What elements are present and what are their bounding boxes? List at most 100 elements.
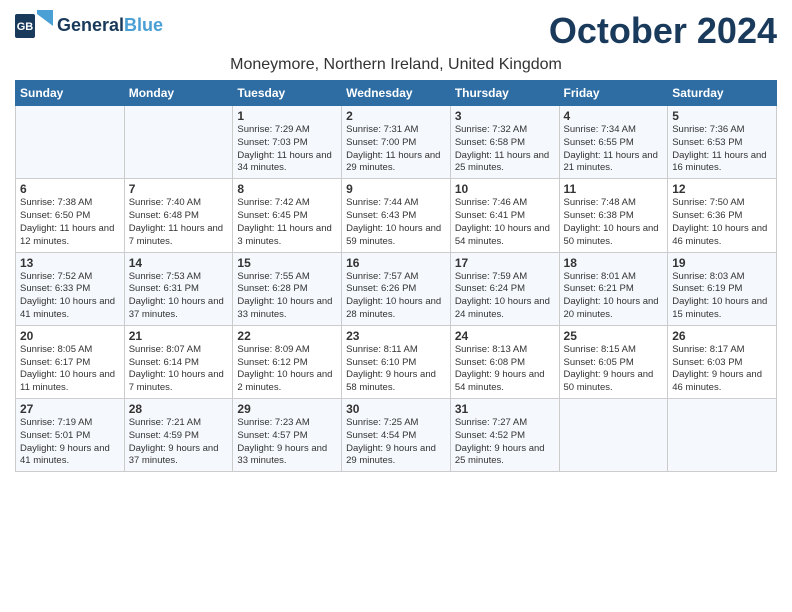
calendar-cell: 19Sunrise: 8:03 AMSunset: 6:19 PMDayligh… (668, 252, 777, 325)
calendar-cell: 30Sunrise: 7:25 AMSunset: 4:54 PMDayligh… (342, 399, 451, 472)
logo-icon: GB (15, 10, 53, 42)
calendar-cell: 29Sunrise: 7:23 AMSunset: 4:57 PMDayligh… (233, 399, 342, 472)
calendar-cell: 3Sunrise: 7:32 AMSunset: 6:58 PMDaylight… (450, 106, 559, 179)
day-number: 2 (346, 109, 446, 123)
day-info: Sunrise: 7:46 AMSunset: 6:41 PMDaylight:… (455, 197, 555, 248)
day-number: 1 (237, 109, 337, 123)
header-saturday: Saturday (668, 81, 777, 106)
day-number: 9 (346, 182, 446, 196)
day-info: Sunrise: 7:59 AMSunset: 6:24 PMDaylight:… (455, 271, 555, 322)
calendar-week-3: 13Sunrise: 7:52 AMSunset: 6:33 PMDayligh… (16, 252, 777, 325)
svg-text:GB: GB (17, 21, 34, 33)
header-thursday: Thursday (450, 81, 559, 106)
day-info: Sunrise: 7:55 AMSunset: 6:28 PMDaylight:… (237, 271, 337, 322)
day-info: Sunrise: 7:57 AMSunset: 6:26 PMDaylight:… (346, 271, 446, 322)
calendar-table: Sunday Monday Tuesday Wednesday Thursday… (15, 80, 777, 472)
day-number: 24 (455, 329, 555, 343)
calendar-cell: 4Sunrise: 7:34 AMSunset: 6:55 PMDaylight… (559, 106, 668, 179)
day-number: 14 (129, 256, 229, 270)
calendar-cell: 8Sunrise: 7:42 AMSunset: 6:45 PMDaylight… (233, 179, 342, 252)
day-number: 5 (672, 109, 772, 123)
day-number: 21 (129, 329, 229, 343)
day-number: 19 (672, 256, 772, 270)
day-number: 17 (455, 256, 555, 270)
day-info: Sunrise: 8:03 AMSunset: 6:19 PMDaylight:… (672, 271, 772, 322)
day-info: Sunrise: 7:53 AMSunset: 6:31 PMDaylight:… (129, 271, 229, 322)
day-info: Sunrise: 7:31 AMSunset: 7:00 PMDaylight:… (346, 124, 446, 175)
day-number: 7 (129, 182, 229, 196)
calendar-week-1: 1Sunrise: 7:29 AMSunset: 7:03 PMDaylight… (16, 106, 777, 179)
calendar-cell (124, 106, 233, 179)
day-info: Sunrise: 7:27 AMSunset: 4:52 PMDaylight:… (455, 417, 555, 468)
calendar-cell: 26Sunrise: 8:17 AMSunset: 6:03 PMDayligh… (668, 325, 777, 398)
day-info: Sunrise: 8:15 AMSunset: 6:05 PMDaylight:… (564, 344, 664, 395)
day-info: Sunrise: 7:52 AMSunset: 6:33 PMDaylight:… (20, 271, 120, 322)
calendar-cell: 12Sunrise: 7:50 AMSunset: 6:36 PMDayligh… (668, 179, 777, 252)
calendar-cell: 5Sunrise: 7:36 AMSunset: 6:53 PMDaylight… (668, 106, 777, 179)
calendar-cell: 27Sunrise: 7:19 AMSunset: 5:01 PMDayligh… (16, 399, 125, 472)
calendar-week-2: 6Sunrise: 7:38 AMSunset: 6:50 PMDaylight… (16, 179, 777, 252)
calendar-cell: 16Sunrise: 7:57 AMSunset: 6:26 PMDayligh… (342, 252, 451, 325)
day-number: 3 (455, 109, 555, 123)
day-number: 23 (346, 329, 446, 343)
day-number: 27 (20, 402, 120, 416)
day-number: 10 (455, 182, 555, 196)
calendar-week-4: 20Sunrise: 8:05 AMSunset: 6:17 PMDayligh… (16, 325, 777, 398)
calendar-cell: 22Sunrise: 8:09 AMSunset: 6:12 PMDayligh… (233, 325, 342, 398)
calendar-cell: 2Sunrise: 7:31 AMSunset: 7:00 PMDaylight… (342, 106, 451, 179)
calendar-cell: 21Sunrise: 8:07 AMSunset: 6:14 PMDayligh… (124, 325, 233, 398)
day-info: Sunrise: 8:11 AMSunset: 6:10 PMDaylight:… (346, 344, 446, 395)
calendar-cell: 23Sunrise: 8:11 AMSunset: 6:10 PMDayligh… (342, 325, 451, 398)
page: GB GeneralBlue October 2024 Moneymore, N… (0, 0, 792, 482)
day-number: 30 (346, 402, 446, 416)
calendar-cell (559, 399, 668, 472)
day-number: 18 (564, 256, 664, 270)
day-number: 4 (564, 109, 664, 123)
header: GB GeneralBlue October 2024 (15, 10, 777, 52)
logo: GB GeneralBlue (15, 10, 163, 42)
calendar-cell: 14Sunrise: 7:53 AMSunset: 6:31 PMDayligh… (124, 252, 233, 325)
day-number: 13 (20, 256, 120, 270)
day-info: Sunrise: 7:48 AMSunset: 6:38 PMDaylight:… (564, 197, 664, 248)
day-number: 31 (455, 402, 555, 416)
calendar-cell: 24Sunrise: 8:13 AMSunset: 6:08 PMDayligh… (450, 325, 559, 398)
calendar-cell: 20Sunrise: 8:05 AMSunset: 6:17 PMDayligh… (16, 325, 125, 398)
header-monday: Monday (124, 81, 233, 106)
day-info: Sunrise: 8:13 AMSunset: 6:08 PMDaylight:… (455, 344, 555, 395)
header-sunday: Sunday (16, 81, 125, 106)
calendar-cell (16, 106, 125, 179)
calendar-cell: 1Sunrise: 7:29 AMSunset: 7:03 PMDaylight… (233, 106, 342, 179)
day-info: Sunrise: 7:38 AMSunset: 6:50 PMDaylight:… (20, 197, 120, 248)
day-number: 22 (237, 329, 337, 343)
day-info: Sunrise: 8:01 AMSunset: 6:21 PMDaylight:… (564, 271, 664, 322)
header-row: Sunday Monday Tuesday Wednesday Thursday… (16, 81, 777, 106)
header-wednesday: Wednesday (342, 81, 451, 106)
day-number: 11 (564, 182, 664, 196)
day-info: Sunrise: 7:40 AMSunset: 6:48 PMDaylight:… (129, 197, 229, 248)
calendar-cell: 28Sunrise: 7:21 AMSunset: 4:59 PMDayligh… (124, 399, 233, 472)
day-number: 28 (129, 402, 229, 416)
month-title: October 2024 (549, 10, 777, 52)
calendar-cell (668, 399, 777, 472)
day-number: 25 (564, 329, 664, 343)
day-info: Sunrise: 8:07 AMSunset: 6:14 PMDaylight:… (129, 344, 229, 395)
day-info: Sunrise: 7:25 AMSunset: 4:54 PMDaylight:… (346, 417, 446, 468)
calendar-cell: 17Sunrise: 7:59 AMSunset: 6:24 PMDayligh… (450, 252, 559, 325)
logo-text: GeneralBlue (57, 16, 163, 36)
calendar-cell: 6Sunrise: 7:38 AMSunset: 6:50 PMDaylight… (16, 179, 125, 252)
calendar-cell: 11Sunrise: 7:48 AMSunset: 6:38 PMDayligh… (559, 179, 668, 252)
day-info: Sunrise: 7:21 AMSunset: 4:59 PMDaylight:… (129, 417, 229, 468)
calendar-cell: 10Sunrise: 7:46 AMSunset: 6:41 PMDayligh… (450, 179, 559, 252)
day-info: Sunrise: 7:32 AMSunset: 6:58 PMDaylight:… (455, 124, 555, 175)
day-number: 12 (672, 182, 772, 196)
calendar-cell: 15Sunrise: 7:55 AMSunset: 6:28 PMDayligh… (233, 252, 342, 325)
day-number: 29 (237, 402, 337, 416)
day-info: Sunrise: 7:29 AMSunset: 7:03 PMDaylight:… (237, 124, 337, 175)
day-info: Sunrise: 8:05 AMSunset: 6:17 PMDaylight:… (20, 344, 120, 395)
day-number: 16 (346, 256, 446, 270)
header-friday: Friday (559, 81, 668, 106)
day-info: Sunrise: 7:23 AMSunset: 4:57 PMDaylight:… (237, 417, 337, 468)
calendar-cell: 7Sunrise: 7:40 AMSunset: 6:48 PMDaylight… (124, 179, 233, 252)
day-info: Sunrise: 7:34 AMSunset: 6:55 PMDaylight:… (564, 124, 664, 175)
day-info: Sunrise: 7:44 AMSunset: 6:43 PMDaylight:… (346, 197, 446, 248)
